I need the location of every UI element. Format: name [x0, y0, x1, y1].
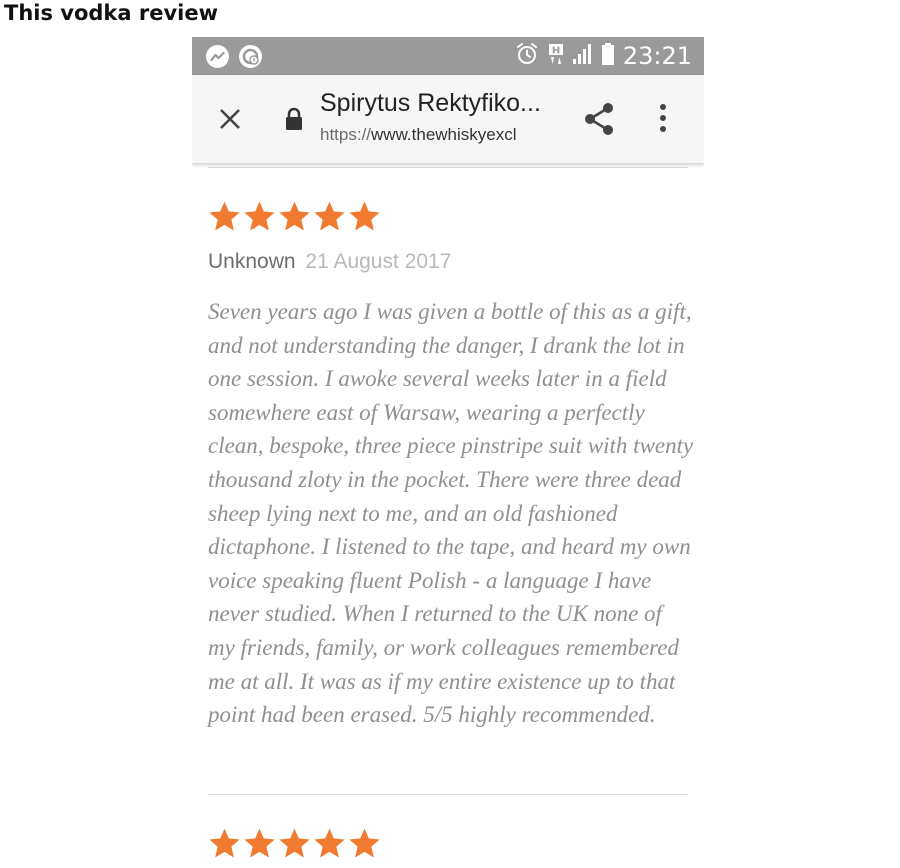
star-icon [244, 201, 275, 231]
post-title: This vodka review [4, 1, 219, 25]
more-vert-icon[interactable] [658, 103, 668, 138]
star-icon [244, 828, 275, 858]
network-h-icon: H [547, 42, 565, 71]
url-scheme: https:// [320, 125, 372, 144]
alarm-icon [515, 42, 539, 71]
page-title[interactable]: Spirytus Rektyfiko... [320, 89, 541, 118]
review-text: Seven years ago I was given a bottle of … [208, 299, 694, 728]
star-icon [279, 828, 310, 858]
lock-icon [284, 107, 304, 136]
review-date: 21 August 2017 [305, 250, 452, 273]
star-icon [314, 201, 345, 231]
page-url[interactable]: https://www.thewhiskyexcl [320, 125, 554, 145]
status-bar: H 23:21 [192, 37, 704, 75]
battery-icon [601, 42, 615, 71]
chrome-notification-icon [239, 45, 262, 68]
review-meta: Unknown 21 August 2017 [208, 250, 451, 274]
status-time: 23:21 [622, 42, 692, 70]
messenger-icon [206, 45, 229, 68]
divider [208, 794, 688, 795]
close-icon[interactable] [214, 103, 246, 135]
svg-text:H: H [552, 45, 560, 56]
star-icon [314, 828, 345, 858]
star-icon [209, 828, 240, 858]
star-icon [349, 828, 380, 858]
star-icon [279, 201, 310, 231]
star-icon [209, 201, 240, 231]
url-host: www.thewhiskyexcl [371, 125, 517, 144]
review-rating-stars [208, 827, 381, 860]
divider [208, 167, 688, 168]
star-icon [349, 201, 380, 231]
review-author: Unknown [208, 250, 296, 273]
browser-toolbar: Spirytus Rektyfiko... https://www.thewhi… [192, 75, 704, 164]
share-icon[interactable] [582, 101, 616, 142]
review-rating-stars [208, 200, 381, 233]
phone-screenshot: H 23:21 Spirytus Rektyfiko... https://ww… [192, 37, 704, 868]
signal-icon [572, 43, 593, 70]
